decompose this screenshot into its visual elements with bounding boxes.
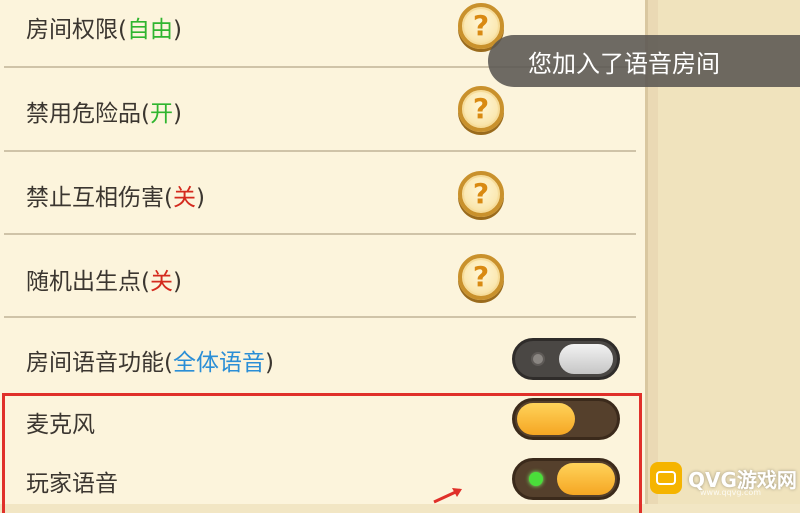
gamepad-icon xyxy=(650,462,682,494)
divider xyxy=(4,316,636,318)
divider xyxy=(4,233,636,235)
setting-value: 关 xyxy=(172,185,196,211)
toast-text: 您加入了语音房间 xyxy=(528,50,720,78)
divider xyxy=(4,150,636,152)
setting-value: 全体语音 xyxy=(172,350,265,376)
setting-value: 自由 xyxy=(126,17,173,43)
setting-value: 开 xyxy=(149,101,173,127)
watermark: QVG游戏网 www.qqvg.com xyxy=(640,452,800,504)
setting-label-disable-dangerous: 禁用危险品(开) xyxy=(26,101,182,127)
setting-label-room-permission: 房间权限(自由) xyxy=(26,17,182,43)
room-voice-toggle[interactable] xyxy=(512,338,620,380)
voice-room-toast: 您加入了语音房间 xyxy=(488,35,800,87)
help-icon[interactable]: ? xyxy=(458,86,504,132)
watermark-sub: www.qqvg.com xyxy=(700,488,762,497)
setting-value: 关 xyxy=(149,269,173,295)
toggle-indicator xyxy=(531,352,545,366)
help-icon[interactable]: ? xyxy=(458,171,504,217)
help-icon[interactable]: ? xyxy=(458,254,504,300)
toggle-knob xyxy=(559,344,613,374)
setting-label-no-mutual-damage: 禁止互相伤害(关) xyxy=(26,185,205,211)
highlight-box xyxy=(2,393,642,513)
setting-label-random-spawn: 随机出生点(关) xyxy=(26,269,182,295)
setting-label-room-voice: 房间语音功能(全体语音) xyxy=(26,350,274,376)
arrow-icon xyxy=(433,488,462,504)
